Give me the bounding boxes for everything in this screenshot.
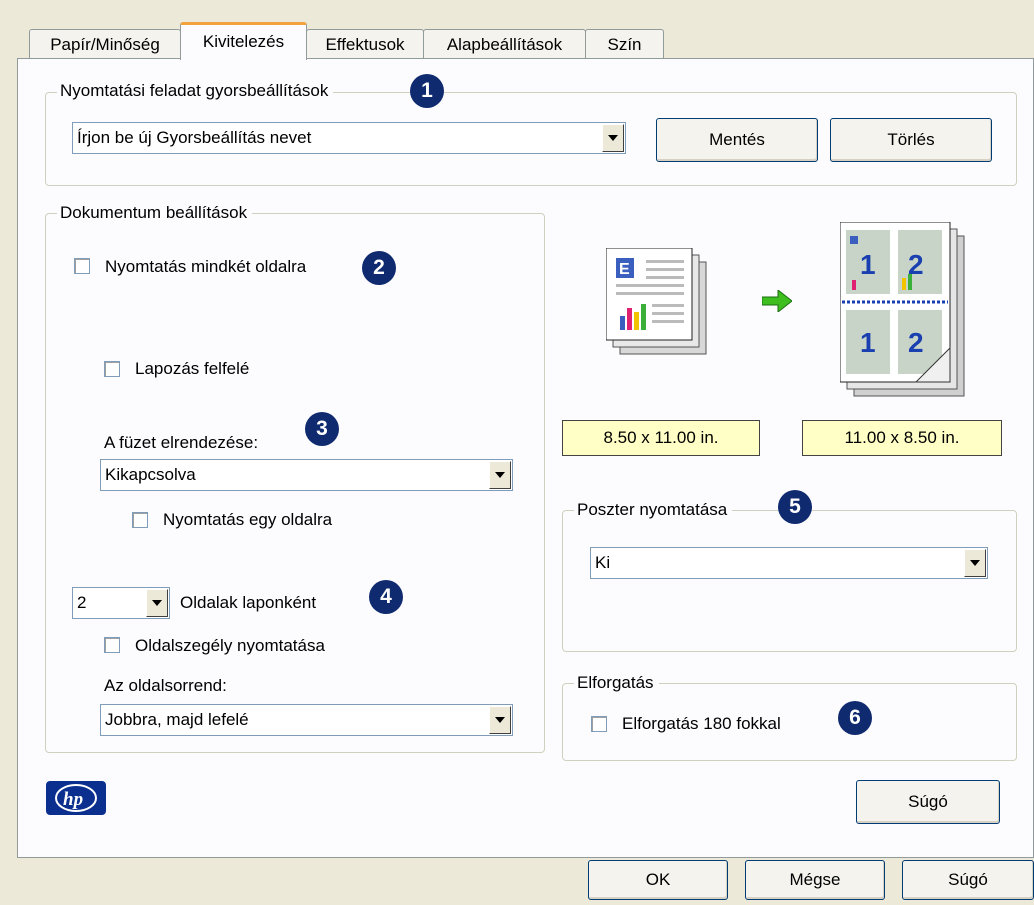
ok-button[interactable]: OK bbox=[588, 860, 728, 900]
cancel-button[interactable]: Mégse bbox=[745, 860, 885, 900]
delete-button-label: Törlés bbox=[887, 130, 935, 149]
callout-badge-5: 5 bbox=[778, 490, 812, 524]
callout-badge-1: 1 bbox=[410, 74, 444, 108]
pages-per-sheet-value: 2 bbox=[77, 593, 87, 612]
svg-text:hp: hp bbox=[63, 789, 83, 810]
page-border-label: Oldalszegély nyomtatása bbox=[135, 636, 325, 655]
dropdown-arrow-icon[interactable] bbox=[146, 589, 168, 617]
tab-basics[interactable]: Alapbeállítások bbox=[423, 29, 586, 59]
callout-badge-4: 4 bbox=[369, 580, 403, 614]
help-button[interactable]: Súgó bbox=[856, 780, 1000, 824]
save-button[interactable]: Mentés bbox=[656, 118, 818, 162]
single-page-preview-icon: E bbox=[606, 248, 707, 355]
rotate-180-label: Elforgatás 180 fokkal bbox=[622, 714, 781, 733]
tab-paper-quality[interactable]: Papír/Minőség bbox=[29, 29, 181, 59]
tab-color[interactable]: Szín bbox=[585, 29, 664, 59]
pages-per-sheet-label: Oldalak laponként bbox=[180, 593, 317, 612]
page-order-label: Az oldalsorrend: bbox=[104, 676, 227, 695]
page-border-checkbox[interactable] bbox=[104, 637, 120, 653]
target-size-label: 11.00 x 8.50 in. bbox=[802, 420, 1002, 456]
one-side-label: Nyomtatás egy oldalra bbox=[163, 510, 333, 529]
duplex-label: Nyomtatás mindkét oldalra bbox=[105, 257, 307, 276]
callout-badge-6: 6 bbox=[838, 701, 872, 735]
poster-legend: Poszter nyomtatása bbox=[574, 499, 733, 521]
hp-logo: hp bbox=[46, 781, 106, 815]
svg-text:E: E bbox=[619, 261, 630, 278]
callout-badge-2: 2 bbox=[362, 251, 396, 285]
flip-up-label: Lapozás felfelé bbox=[135, 359, 250, 378]
callout-badge-3: 3 bbox=[305, 412, 339, 446]
poster-value: Ki bbox=[595, 553, 611, 572]
duplex-checkbox[interactable] bbox=[74, 258, 90, 274]
booklet-layout-label: A füzet elrendezése: bbox=[104, 433, 259, 452]
pages-per-sheet-combo[interactable]: 2 bbox=[72, 587, 170, 619]
tab-effects[interactable]: Effektusok bbox=[306, 29, 424, 59]
svg-text:1: 1 bbox=[860, 249, 876, 280]
page-order-value: Jobbra, majd lefelé bbox=[105, 710, 249, 729]
flip-up-checkbox[interactable] bbox=[104, 361, 120, 377]
booklet-preview-icon: 1 2 1 2 bbox=[840, 222, 965, 397]
dropdown-arrow-icon[interactable] bbox=[489, 461, 511, 489]
footer-help-button[interactable]: Súgó bbox=[902, 860, 1034, 900]
footer-help-label: Súgó bbox=[948, 870, 988, 889]
dropdown-arrow-icon[interactable] bbox=[602, 124, 624, 152]
cancel-button-label: Mégse bbox=[789, 870, 841, 889]
rotation-legend: Elforgatás bbox=[574, 672, 659, 694]
quick-sets-combo[interactable]: Írjon be új Gyorsbeállítás nevet bbox=[72, 122, 626, 154]
booklet-layout-value: Kikapcsolva bbox=[105, 465, 196, 484]
tab-finishing[interactable]: Kivitelezés bbox=[180, 22, 307, 60]
ok-button-label: OK bbox=[645, 870, 671, 889]
svg-text:1: 1 bbox=[860, 327, 876, 358]
quick-sets-legend: Nyomtatási feladat gyorsbeállítások bbox=[57, 80, 334, 102]
dropdown-arrow-icon[interactable] bbox=[964, 549, 986, 577]
delete-button[interactable]: Törlés bbox=[830, 118, 992, 162]
rotate-180-checkbox[interactable] bbox=[591, 716, 607, 732]
save-button-label: Mentés bbox=[709, 130, 765, 149]
one-side-checkbox[interactable] bbox=[132, 512, 148, 528]
poster-group bbox=[562, 510, 1017, 652]
quick-sets-value: Írjon be új Gyorsbeállítás nevet bbox=[77, 128, 312, 147]
dropdown-arrow-icon[interactable] bbox=[489, 706, 511, 734]
booklet-layout-combo[interactable]: Kikapcsolva bbox=[100, 459, 513, 491]
help-button-label: Súgó bbox=[908, 792, 948, 811]
source-size-label: 8.50 x 11.00 in. bbox=[562, 420, 760, 456]
document-settings-legend: Dokumentum beállítások bbox=[57, 202, 253, 224]
poster-combo[interactable]: Ki bbox=[590, 547, 988, 579]
page-order-combo[interactable]: Jobbra, majd lefelé bbox=[100, 704, 513, 736]
arrow-right-icon bbox=[762, 290, 792, 312]
svg-text:2: 2 bbox=[908, 327, 924, 358]
